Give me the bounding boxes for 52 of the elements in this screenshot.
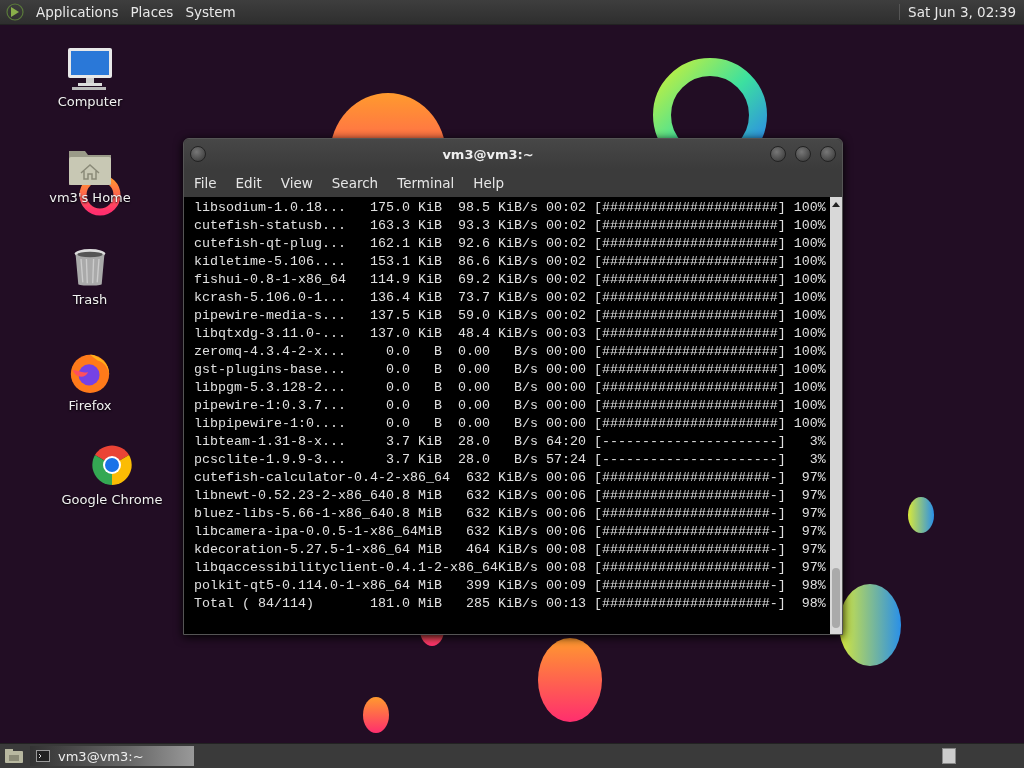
clock[interactable]: Sat Jun 3, 02:39 xyxy=(899,4,1024,20)
show-desktop-icon[interactable] xyxy=(4,748,24,764)
desktop-icon-label[interactable]: Firefox xyxy=(68,398,112,413)
menu-item[interactable]: File xyxy=(186,175,225,191)
terminal-line: zeromq-4.3.4-2-x... 0.0 B 0.00 B/s 00:00 [######################] 100% xyxy=(194,343,827,361)
menu-item[interactable]: View xyxy=(272,175,321,191)
terminal-line: libpipewire-1:0.... 0.0 B 0.00 B/s 00:00 [######################] 100% xyxy=(194,415,827,433)
play-logo-icon[interactable] xyxy=(6,3,24,21)
terminal-line: libteam-1.31-8-x... 3.7 KiB 28.0 B/s 64:20 [----------------------] 3% xyxy=(194,433,827,451)
terminal-line: kidletime-5.106.... 153.1 KiB 86.6 KiB/s 00:02 [######################] 100% xyxy=(194,253,827,271)
terminal-line: gst-plugins-base... 0.0 B 0.00 B/s 00:00 [######################] 100% xyxy=(194,361,827,379)
window-menu-button[interactable] xyxy=(190,146,206,162)
terminal-line: polkit-qt5-0.114.0-1-x86_64 MiB 399 KiB/s 00:09 [#####################-] 98% xyxy=(194,577,827,595)
computer-icon[interactable] xyxy=(66,47,114,91)
terminal-line: cutefish-calculator-0.4-2-x86_64 632 KiB/s 00:06 [#####################-] 97% xyxy=(194,469,827,487)
terminal-line: libnewt-0.52.23-2-x86_640.8 MiB 632 KiB/s 00:06 [#####################-] 97% xyxy=(194,487,827,505)
menu-item[interactable]: Help xyxy=(465,175,513,191)
terminal-line: pipewire-1:0.3.7... 0.0 B 0.00 B/s 00:00 [######################] 100% xyxy=(194,397,827,415)
panel-menu[interactable]: System xyxy=(179,4,242,20)
terminal-line: libcamera-ipa-0.0.5-1-x86_64MiB 632 KiB/s 00:06 [#####################-] 97% xyxy=(194,523,827,541)
taskbar-button[interactable]: vm3@vm3:~ xyxy=(30,746,194,766)
close-button[interactable] xyxy=(820,146,836,162)
terminal-line: kcrash-5.106.0-1... 136.4 KiB 73.7 KiB/s 00:02 [######################] 100% xyxy=(194,289,827,307)
terminal-icon xyxy=(36,750,50,762)
desktop-icon-label[interactable]: Google Chrome xyxy=(61,492,163,507)
scroll-thumb[interactable] xyxy=(832,568,840,628)
terminal-line: libqtxdg-3.11.0-... 137.0 KiB 48.4 KiB/s 00:03 [######################] 100% xyxy=(194,325,827,343)
window-title: vm3@vm3:~ xyxy=(442,146,534,162)
scroll-bar[interactable] xyxy=(830,197,842,634)
terminal-line: libpgm-5.3.128-2... 0.0 B 0.00 B/s 00:00 [######################] 100% xyxy=(194,379,827,397)
terminal-line: pipewire-media-s... 137.5 KiB 59.0 KiB/s 00:02 [######################] 100% xyxy=(194,307,827,325)
panel-menu[interactable]: Applications xyxy=(30,4,125,20)
terminal-line: fishui-0.8-1-x86_64 114.9 KiB 69.2 KiB/s 00:02 [######################] 100% xyxy=(194,271,827,289)
terminal-line: libqaccessibilityclient-0.4.1-2-x86_64KiB/s 00:08 [#####################-] 97% xyxy=(194,559,827,577)
maximize-button[interactable] xyxy=(795,146,811,162)
terminal-line: bluez-libs-5.66-1-x86_640.8 MiB 632 KiB/s 00:06 [#####################-] 97% xyxy=(194,505,827,523)
terminal-line: cutefish-statusb... 163.3 KiB 93.3 KiB/s 00:02 [######################] 100% xyxy=(194,217,827,235)
scroll-up-icon[interactable] xyxy=(832,201,840,207)
terminal-line: libsodium-1.0.18... 175.0 KiB 98.5 KiB/s 00:02 [######################] 100% xyxy=(194,199,827,217)
desktop-icon-label[interactable]: Trash xyxy=(72,292,108,307)
terminal-line: kdecoration-5.27.5-1-x86_64 MiB 464 KiB/s 00:08 [#####################-] 97% xyxy=(194,541,827,559)
terminal-line: cutefish-qt-plug... 162.1 KiB 92.6 KiB/s 00:02 [######################] 100% xyxy=(194,235,827,253)
panel-menu[interactable]: Places xyxy=(124,4,180,20)
menu-item[interactable]: Edit xyxy=(227,175,270,191)
terminal-line: pcsclite-1.9.9-3... 3.7 KiB 28.0 B/s 57:24 [----------------------] 3% xyxy=(194,451,827,469)
desktop-icon-label[interactable]: Computer xyxy=(57,94,123,109)
menu-item[interactable]: Search xyxy=(323,175,387,191)
minimize-button[interactable] xyxy=(770,146,786,162)
menu-item[interactable]: Terminal xyxy=(389,175,463,191)
workspace-switcher[interactable] xyxy=(942,748,956,764)
terminal-line: Total ( 84/114) 181.0 MiB 285 KiB/s 00:13 [#####################-] 98% xyxy=(194,595,827,613)
trash-can-icon[interactable] xyxy=(72,247,108,289)
